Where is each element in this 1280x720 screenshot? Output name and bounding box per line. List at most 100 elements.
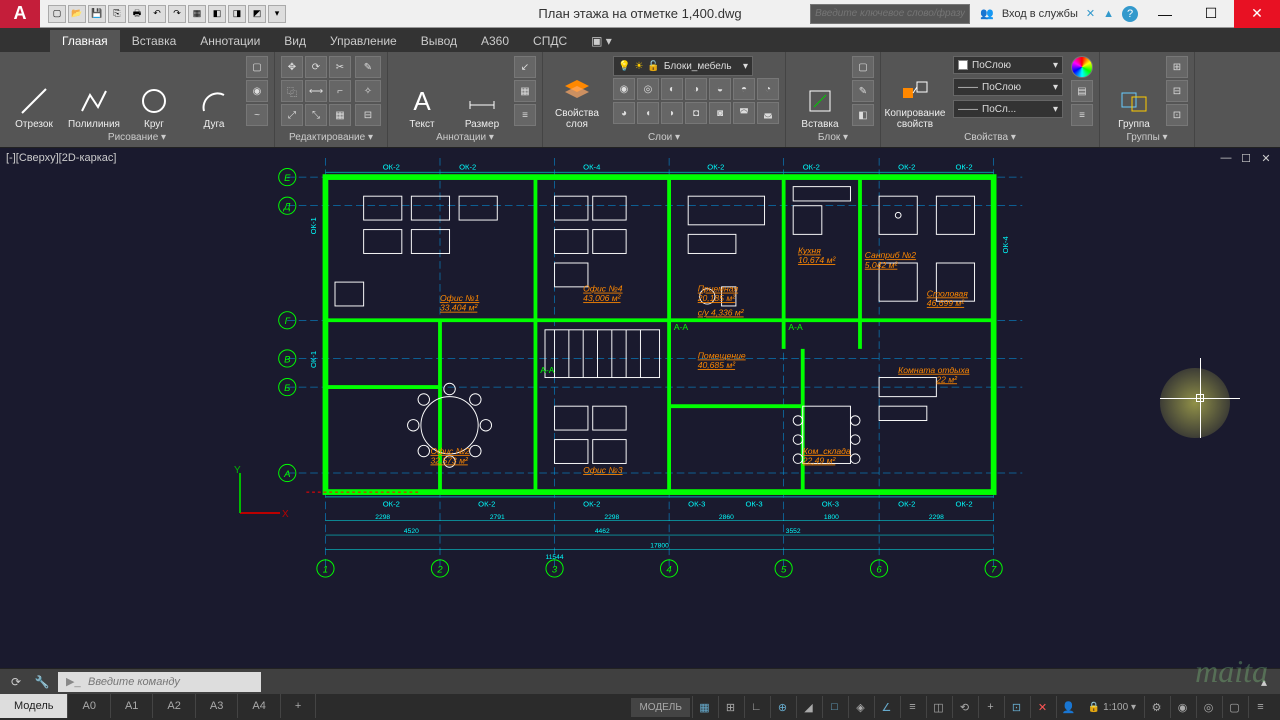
block-tool-icon[interactable]: ◧ bbox=[852, 104, 874, 126]
otrack-icon[interactable]: ∠ bbox=[874, 696, 898, 718]
layer-tool-icon[interactable]: ◐ bbox=[661, 78, 683, 100]
insert-block-button[interactable]: Вставка bbox=[792, 56, 848, 130]
tab-layout[interactable]: A4 bbox=[238, 694, 280, 718]
copy-icon[interactable]: ⿻ bbox=[281, 80, 303, 102]
tab-layout[interactable]: A0 bbox=[68, 694, 110, 718]
scale-icon[interactable]: ⤡ bbox=[305, 104, 327, 126]
tab-insert[interactable]: Вставка bbox=[120, 30, 189, 52]
draw-small-icon[interactable]: ◉ bbox=[246, 80, 268, 102]
minimize-button[interactable]: — bbox=[1142, 0, 1188, 28]
snap-icon[interactable]: ⊞ bbox=[718, 696, 742, 718]
units-icon[interactable]: ✕ bbox=[1030, 696, 1054, 718]
erase-icon[interactable]: ✎ bbox=[355, 56, 381, 78]
tab-layout[interactable]: A2 bbox=[153, 694, 195, 718]
exchange-icon[interactable]: ✕ bbox=[1086, 7, 1095, 20]
view-label[interactable]: [-][Сверху][2D-каркас] bbox=[6, 152, 116, 164]
mirror-icon[interactable]: ⟷ bbox=[305, 80, 327, 102]
explode-icon[interactable]: ✧ bbox=[355, 80, 381, 102]
annomonitor-icon[interactable]: + bbox=[978, 696, 1002, 718]
ortho-icon[interactable]: ∟ bbox=[744, 696, 768, 718]
tab-view[interactable]: Вид bbox=[272, 30, 318, 52]
qat-redo-icon[interactable]: ↷ bbox=[168, 5, 186, 23]
qat-btn[interactable]: ◧ bbox=[208, 5, 226, 23]
cmd-recent-icon[interactable]: ⟳ bbox=[6, 672, 26, 692]
tab-extra-icon[interactable]: ▣ ▾ bbox=[579, 30, 624, 52]
tab-manage[interactable]: Управление bbox=[318, 30, 409, 52]
leader-icon[interactable]: ↙ bbox=[514, 56, 536, 78]
layer-tool-icon[interactable]: ◑ bbox=[685, 78, 707, 100]
panel-title-modify[interactable]: Редактирование ▾ bbox=[281, 130, 381, 145]
tab-output[interactable]: Вывод bbox=[409, 30, 469, 52]
group-tool-icon[interactable]: ⊡ bbox=[1166, 104, 1188, 126]
a360-icon[interactable]: ▲ bbox=[1103, 8, 1114, 20]
osnap-icon[interactable]: □ bbox=[822, 696, 846, 718]
block-tool-icon[interactable]: ▢ bbox=[852, 56, 874, 78]
tab-add-layout[interactable]: + bbox=[281, 694, 316, 718]
layer-tool-icon[interactable]: ◕ bbox=[613, 102, 635, 124]
layer-tool-icon[interactable]: ◖ bbox=[637, 102, 659, 124]
match-properties-button[interactable]: Копирование свойств bbox=[887, 56, 943, 130]
tab-annotate[interactable]: Аннотации bbox=[188, 30, 272, 52]
layer-properties-button[interactable]: Свойства слоя bbox=[549, 56, 605, 130]
text-button[interactable]: А Текст bbox=[394, 56, 450, 130]
panel-title-annot[interactable]: Аннотации ▾ bbox=[394, 130, 536, 145]
array-icon[interactable]: ▦ bbox=[329, 104, 351, 126]
group-tool-icon[interactable]: ⊞ bbox=[1166, 56, 1188, 78]
layer-tool-icon[interactable]: ◘ bbox=[685, 102, 707, 124]
layer-tool-icon[interactable]: ◗ bbox=[661, 102, 683, 124]
qat-open-icon[interactable]: 📂 bbox=[68, 5, 86, 23]
qat-undo-icon[interactable]: ↶ bbox=[148, 5, 166, 23]
cleanscreen-icon[interactable]: ▢ bbox=[1222, 696, 1246, 718]
dimension-button[interactable]: Размер bbox=[454, 56, 510, 130]
rotate-icon[interactable]: ⟳ bbox=[305, 56, 327, 78]
layer-tool-icon[interactable]: ◓ bbox=[733, 78, 755, 100]
layer-tool-icon[interactable]: ◛ bbox=[757, 102, 779, 124]
workspace-icon[interactable]: ⚙ bbox=[1144, 696, 1168, 718]
panel-title-block[interactable]: Блок ▾ bbox=[792, 130, 874, 145]
close-button[interactable]: ✕ bbox=[1234, 0, 1280, 28]
lineweight-icon[interactable]: ≡ bbox=[900, 696, 924, 718]
annoscale-icon[interactable]: 👤 bbox=[1056, 696, 1080, 718]
app-logo[interactable]: A bbox=[0, 0, 40, 28]
layer-tool-icon[interactable]: ◙ bbox=[709, 102, 731, 124]
layer-tool-icon[interactable]: ◔ bbox=[757, 78, 779, 100]
qat-plot-icon[interactable]: 🖶 bbox=[128, 5, 146, 23]
cycling-icon[interactable]: ⟲ bbox=[952, 696, 976, 718]
fillet-icon[interactable]: ⌐ bbox=[329, 80, 351, 102]
circle-button[interactable]: Круг bbox=[126, 56, 182, 130]
linetype-dropdown[interactable]: ——ПоСл...▾ bbox=[953, 100, 1063, 118]
draw-small-icon[interactable]: ▢ bbox=[246, 56, 268, 78]
panel-title-draw[interactable]: Рисование ▾ bbox=[6, 130, 268, 145]
layer-tool-icon[interactable]: ◎ bbox=[637, 78, 659, 100]
color-wheel-icon[interactable] bbox=[1071, 56, 1093, 78]
qat-save-icon[interactable]: 💾 bbox=[88, 5, 106, 23]
tab-layout[interactable]: A1 bbox=[111, 694, 153, 718]
qat-btn[interactable]: ▦ bbox=[188, 5, 206, 23]
cmd-close-icon[interactable]: ▴ bbox=[1254, 672, 1274, 692]
cmd-customize-icon[interactable]: 🔧 bbox=[32, 672, 52, 692]
tab-spds[interactable]: СПДС bbox=[521, 30, 579, 52]
mtext-icon[interactable]: ≡ bbox=[514, 104, 536, 126]
layer-dropdown[interactable]: 💡☀🔓 Блоки_мебель ▾ bbox=[613, 56, 753, 76]
tab-model[interactable]: Модель bbox=[0, 694, 68, 718]
grid-icon[interactable]: ▦ bbox=[692, 696, 716, 718]
move-icon[interactable]: ✥ bbox=[281, 56, 303, 78]
block-tool-icon[interactable]: ✎ bbox=[852, 80, 874, 102]
line-button[interactable]: Отрезок bbox=[6, 56, 62, 130]
isolate-icon[interactable]: ◎ bbox=[1196, 696, 1220, 718]
hardware-icon[interactable]: ◉ bbox=[1170, 696, 1194, 718]
stretch-icon[interactable]: ⤢ bbox=[281, 104, 303, 126]
arc-button[interactable]: Дуга bbox=[186, 56, 242, 130]
customize-icon[interactable]: ≡ bbox=[1248, 696, 1272, 718]
help-icon[interactable]: ? bbox=[1122, 6, 1138, 22]
group-tool-icon[interactable]: ⊟ bbox=[1166, 80, 1188, 102]
qat-new-icon[interactable]: ▢ bbox=[48, 5, 66, 23]
polar-icon[interactable]: ⊕ bbox=[770, 696, 794, 718]
layer-tool-icon[interactable]: ◒ bbox=[709, 78, 731, 100]
drawing-area[interactable]: [-][Сверху][2D-каркас] — ☐ ✕ ЕДГ ВБА 1 bbox=[0, 148, 1280, 668]
panel-title-props[interactable]: Свойства ▾ bbox=[887, 130, 1093, 145]
vp-maximize-icon[interactable]: ☐ bbox=[1238, 152, 1254, 166]
qat-btn[interactable]: ▾ bbox=[268, 5, 286, 23]
prop-tool-icon[interactable]: ≡ bbox=[1071, 104, 1093, 126]
people-icon[interactable]: 👥 bbox=[980, 7, 994, 20]
